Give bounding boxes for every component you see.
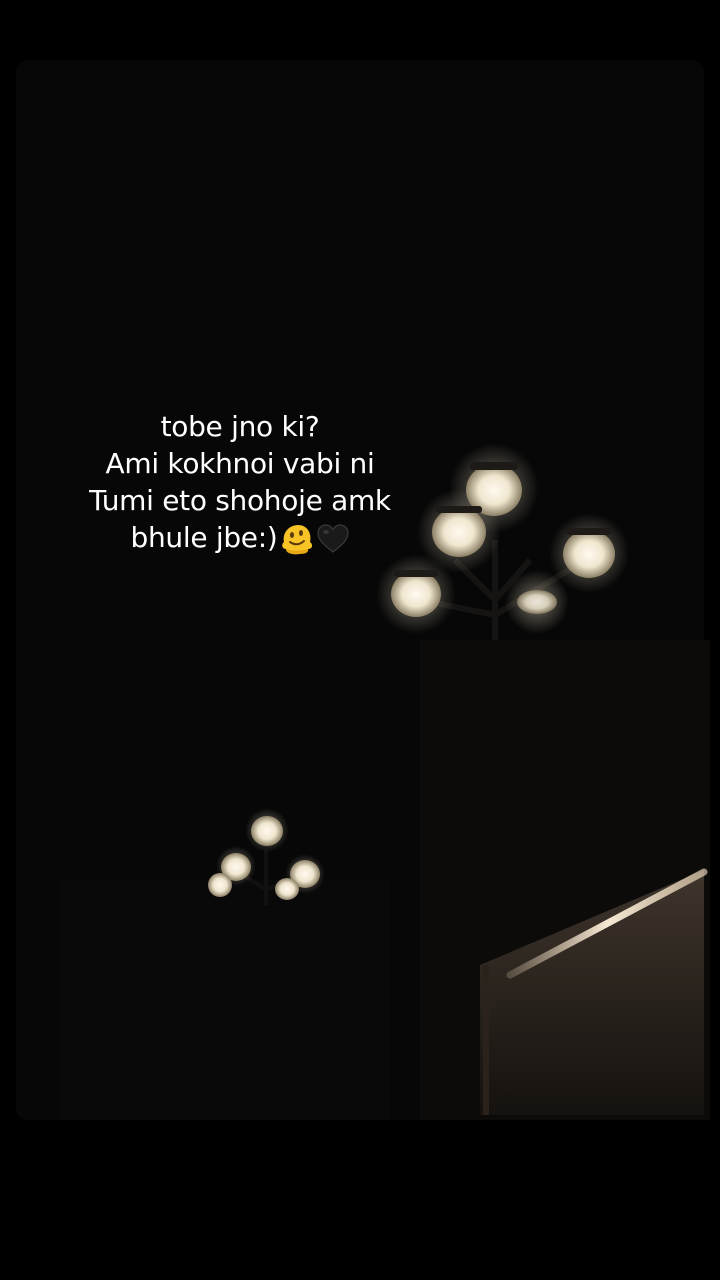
caption-line-4-text: bhule jbe:)	[130, 521, 278, 554]
caption-line-3: Tumi eto shohoje amk	[89, 484, 391, 517]
caption: tobe jno ki? Ami kokhnoi vabi ni Tumi et…	[40, 408, 440, 556]
night-street-lamps-photo	[0, 0, 720, 1280]
caption-line-4: bhule jbe:)	[40, 519, 440, 556]
caption-line-1: tobe jno ki?	[160, 410, 320, 443]
black-heart-icon	[316, 524, 349, 553]
caption-line-2: Ami kokhnoi vabi ni	[105, 447, 375, 480]
melting-face-icon	[281, 525, 312, 555]
